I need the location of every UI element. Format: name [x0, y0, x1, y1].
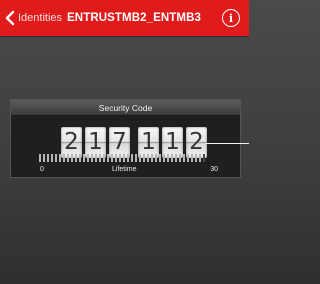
lifetime-tick — [179, 154, 181, 162]
back-button[interactable]: Identities — [0, 0, 62, 36]
lifetime-tick — [115, 154, 117, 162]
lifetime-tick — [151, 154, 153, 162]
lifetime-tick — [183, 154, 185, 162]
info-button[interactable]: i — [222, 9, 240, 27]
lifetime-tick — [83, 154, 85, 162]
lifetime-tick — [71, 154, 73, 162]
lifetime-tick — [187, 154, 189, 162]
lifetime-tick — [199, 154, 201, 162]
lifetime-tick — [59, 154, 61, 162]
lifetime-min-label: 0 — [40, 166, 44, 173]
lifetime-tick — [95, 154, 97, 162]
lifetime-tick — [87, 154, 89, 162]
lifetime-tick — [91, 154, 93, 162]
navigation-bar: Identities ENTRUSTMB2_ENTMB3 i — [0, 0, 249, 36]
lifetime-tick — [155, 154, 157, 162]
code-connector-line — [205, 143, 249, 144]
lifetime-tick — [47, 154, 49, 162]
lifetime-tick — [171, 154, 173, 162]
lifetime-tick — [135, 154, 137, 162]
navbar-divider — [0, 36, 249, 37]
lifetime-tick — [107, 154, 109, 162]
lifetime-tick — [99, 154, 101, 162]
lifetime-label: Lifetime — [112, 166, 137, 173]
lifetime-tick — [55, 154, 57, 162]
lifetime-max-label: 30 — [210, 166, 218, 173]
lifetime-tick — [175, 154, 177, 162]
back-button-label: Identities — [18, 12, 63, 24]
security-code-header: Security Code — [11, 100, 240, 116]
lifetime-tick — [119, 154, 121, 162]
info-icon: i — [228, 11, 234, 25]
lifetime-tick — [167, 154, 169, 162]
lifetime-tick — [67, 154, 69, 162]
lifetime-tick — [191, 154, 193, 162]
lifetime-tick — [131, 154, 133, 162]
lifetime-tick — [103, 154, 105, 162]
lifetime-tick — [143, 154, 145, 162]
lifetime-tick — [39, 154, 41, 162]
lifetime-tick — [123, 154, 125, 162]
lifetime-tick — [51, 154, 53, 162]
lifetime-tick — [43, 154, 45, 162]
lifetime-tick — [203, 154, 205, 162]
lifetime-tick — [111, 154, 113, 162]
page-title: ENTRUSTMB2_ENTMB3 — [67, 12, 201, 24]
lifetime-tick — [75, 154, 77, 162]
lifetime-tick — [63, 154, 65, 162]
lifetime-tick — [195, 154, 197, 162]
lifetime-tick — [159, 154, 161, 162]
lifetime-labels: 0 Lifetime 30 — [40, 166, 218, 176]
lifetime-progress-bar — [39, 154, 207, 162]
lifetime-tick — [163, 154, 165, 162]
lifetime-tick — [139, 154, 141, 162]
lifetime-tick — [79, 154, 81, 162]
lifetime-tick — [127, 154, 129, 162]
chevron-left-icon — [5, 10, 15, 26]
lifetime-tick — [147, 154, 149, 162]
